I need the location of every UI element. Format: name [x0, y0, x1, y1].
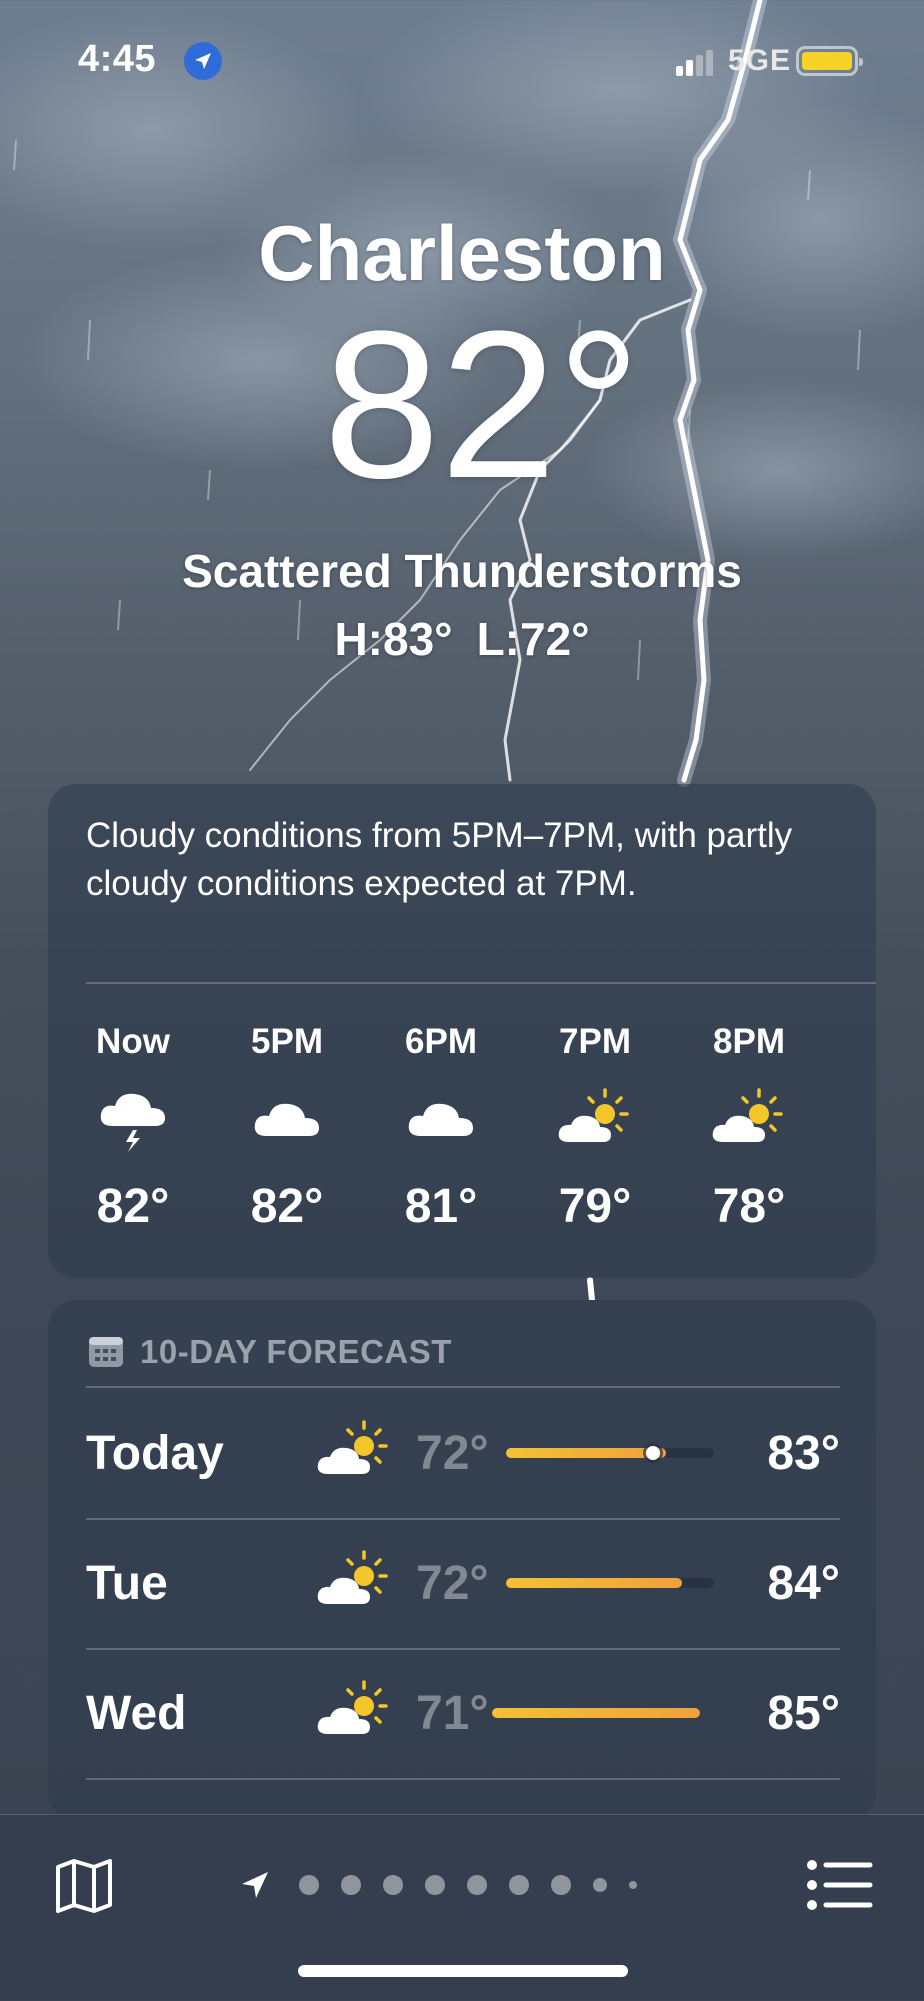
low-temp: 72° — [416, 1557, 489, 1610]
hour-temp: 79° — [558, 1180, 632, 1233]
hour-item: 8PM 78° — [684, 1002, 814, 1234]
partly-sunny-icon — [558, 1088, 629, 1142]
low-temp: L:72° — [476, 613, 590, 665]
page-dot[interactable] — [509, 1875, 529, 1895]
partly-sunny-icon — [317, 1680, 388, 1734]
high-low-temps: H:83° L:72° — [0, 612, 924, 666]
cellular-signal-icon — [676, 50, 713, 76]
home-indicator[interactable] — [298, 1965, 628, 1977]
calendar-icon — [89, 1337, 123, 1367]
hour-temp: 81° — [404, 1180, 478, 1233]
hour-label: 5PM — [251, 1022, 323, 1061]
partly-sunny-icon — [317, 1550, 388, 1604]
temp-range-track — [492, 1708, 700, 1718]
temp-range-bar — [506, 1448, 666, 1458]
thunderstorm-cloud-icon — [100, 1093, 165, 1152]
high-temp: 84° — [767, 1557, 840, 1610]
current-location-arrow-icon[interactable] — [238, 1868, 272, 1902]
day-name: Wed — [86, 1687, 187, 1740]
temp-range-bar — [506, 1578, 682, 1588]
high-temp: 83° — [767, 1427, 840, 1480]
battery-icon — [796, 46, 863, 76]
forecast-header: 10-DAY FORECAST — [88, 1332, 452, 1372]
map-icon[interactable] — [52, 1853, 116, 1917]
temp-range-bar — [492, 1708, 700, 1718]
current-temperature: 82° — [323, 287, 641, 522]
temp-range-track — [506, 1578, 714, 1588]
page-dot[interactable] — [341, 1875, 361, 1895]
forecast-day-row[interactable]: Wed 71° 85° — [86, 1648, 840, 1778]
hourly-forecast-card[interactable]: Cloudy conditions from 5PM–7PM, with par… — [48, 784, 876, 1278]
status-time: 4:45 — [78, 38, 157, 80]
partly-sunny-icon — [317, 1420, 388, 1474]
page-dot[interactable] — [467, 1875, 487, 1895]
low-temp: 72° — [416, 1427, 489, 1480]
day-name: Today — [86, 1427, 224, 1480]
page-dot[interactable] — [383, 1875, 403, 1895]
location-services-icon — [184, 42, 222, 80]
partly-sunny-icon — [712, 1088, 783, 1142]
hourly-summary: Cloudy conditions from 5PM–7PM, with par… — [86, 816, 793, 903]
city-name: Charleston — [258, 209, 666, 297]
low-temp: 71° — [416, 1687, 489, 1740]
hour-label: 6PM — [405, 1022, 477, 1061]
cloud-icon — [254, 1103, 319, 1136]
high-temp: 85° — [767, 1687, 840, 1740]
current-condition: Scattered Thunderstorms — [182, 545, 742, 597]
bottom-toolbar — [0, 1814, 924, 2001]
hour-label: 7PM — [559, 1022, 631, 1061]
hour-label: Now — [96, 1022, 170, 1061]
cloud-icon — [408, 1103, 473, 1136]
card-divider — [86, 982, 876, 984]
ten-day-forecast-card[interactable]: 10-DAY FORECAST Today 72° 83° Tue 72° 84… — [48, 1300, 876, 1820]
hourly-scroll[interactable]: Now 82° 5PM 82° 6PM 81° 7PM 79° 8PM 78° — [48, 1002, 876, 1272]
page-dot[interactable] — [593, 1878, 607, 1892]
page-dot[interactable] — [425, 1875, 445, 1895]
hour-temp: 82° — [250, 1180, 324, 1233]
page-dot[interactable] — [629, 1881, 637, 1889]
day-name: Tue — [86, 1557, 168, 1610]
page-dot[interactable] — [551, 1875, 571, 1895]
current-temp-marker — [646, 1446, 660, 1460]
hour-item: 6PM 81° — [376, 1002, 506, 1234]
forecast-day-row[interactable]: Today 72° 83° — [86, 1388, 840, 1518]
temp-range-track — [506, 1446, 714, 1460]
hour-temp: 82° — [96, 1180, 170, 1233]
list-icon[interactable] — [806, 1855, 874, 1915]
forecast-header-label: 10-DAY FORECAST — [140, 1333, 452, 1370]
status-bar: 4:45 5GE — [0, 0, 924, 120]
high-temp: H:83° — [334, 613, 453, 665]
page-indicator[interactable] — [238, 1865, 648, 1905]
hour-item: Now 82° — [68, 1002, 198, 1234]
hour-item: 5PM 82° — [222, 1002, 352, 1234]
page-dot[interactable] — [299, 1875, 319, 1895]
hour-label: 8PM — [713, 1022, 785, 1061]
hour-temp: 78° — [712, 1180, 786, 1233]
row-divider — [86, 1778, 840, 1780]
hour-item: 7PM 79° — [530, 1002, 660, 1234]
forecast-day-row[interactable]: Tue 72° 84° — [86, 1518, 840, 1648]
network-type-label: 5GE — [728, 44, 792, 77]
